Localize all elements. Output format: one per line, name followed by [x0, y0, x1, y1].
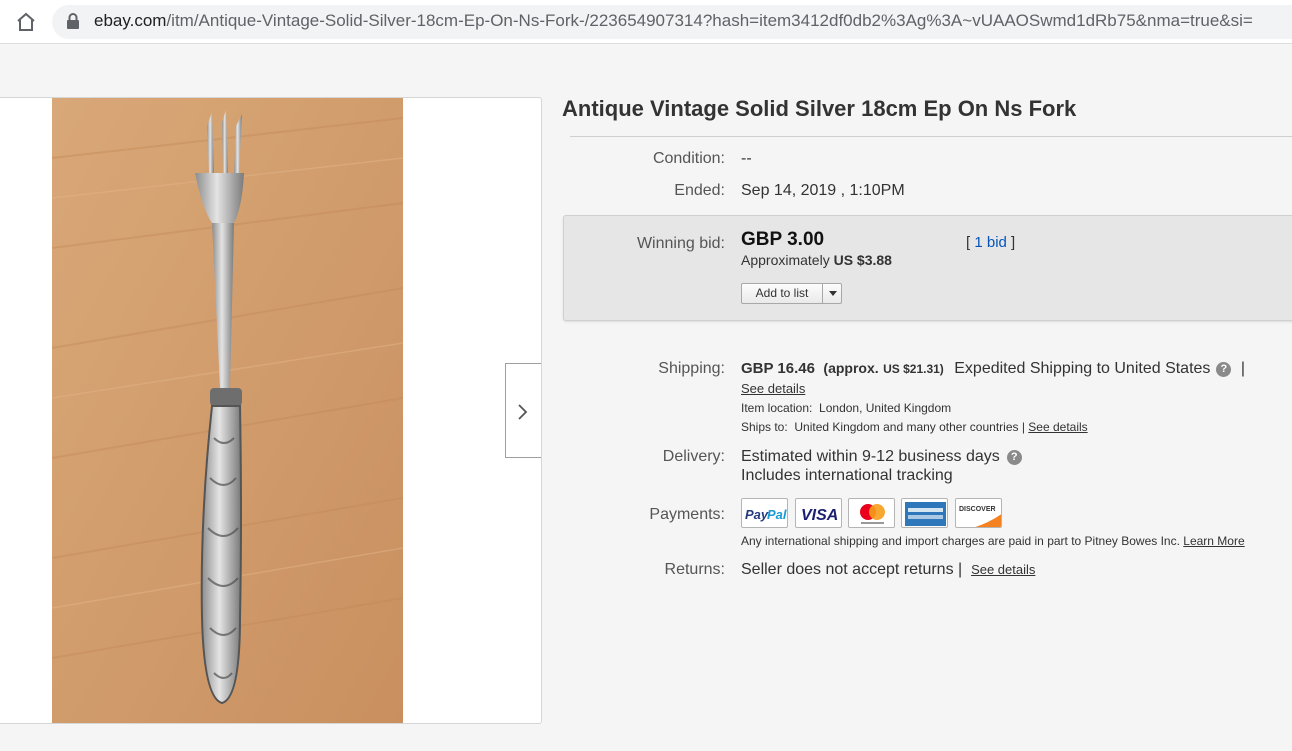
ended-label: Ended:: [674, 182, 725, 199]
ships-to: Ships to: United Kingdom and many other …: [741, 420, 1088, 434]
shipping-see-details[interactable]: See details: [741, 381, 805, 396]
bid-count-link[interactable]: 1 bid: [974, 234, 1007, 251]
item-title: Antique Vintage Solid Silver 18cm Ep On …: [562, 96, 1077, 121]
payments-label: Payments:: [649, 506, 725, 523]
ships-to-see-details[interactable]: See details: [1028, 420, 1087, 434]
item-location-value: London, United Kingdom: [819, 401, 952, 415]
shipping-approx-usd: US $21.31): [883, 362, 944, 376]
browser-toolbar: ebay.com/itm/Antique-Vintage-Solid-Silve…: [0, 0, 1292, 44]
condition-label: Condition:: [652, 150, 725, 167]
svg-text:DISCOVER: DISCOVER: [959, 506, 996, 513]
approx-prefix: Approximately: [741, 252, 830, 268]
mastercard-logo: [848, 498, 895, 528]
ended-value: Sep 14, 2019 , 1:10PM: [741, 182, 905, 199]
approx-usd: US $3.88: [833, 252, 892, 268]
winning-bid-price: GBP 3.00: [741, 229, 825, 250]
bid-bracket-open: [: [966, 234, 971, 251]
returns-see-details[interactable]: See details: [971, 562, 1035, 577]
delivery-estimate-text: Estimated within 9-12 business days: [741, 448, 1000, 465]
shipping-line: GBP 16.46 (approx. US $21.31) Expedited …: [741, 360, 1245, 378]
condition-value: --: [741, 150, 752, 167]
discover-logo: DISCOVER: [955, 498, 1002, 528]
button-separator: [822, 284, 823, 303]
shipping-label: Shipping:: [658, 360, 725, 377]
next-image-button[interactable]: [505, 363, 541, 458]
payments-note-text: Any international shipping and import ch…: [741, 534, 1180, 548]
address-url[interactable]: ebay.com/itm/Antique-Vintage-Solid-Silve…: [94, 11, 1253, 31]
shipping-method: Expedited Shipping to United States: [954, 360, 1211, 377]
svg-text:Pal: Pal: [767, 507, 787, 522]
paypal-logo: Pay Pal: [741, 498, 788, 528]
home-icon[interactable]: [14, 10, 38, 34]
url-path: /itm/Antique-Vintage-Solid-Silver-18cm-E…: [166, 11, 1253, 30]
delivery-tracking: Includes international tracking: [741, 467, 953, 484]
shipping-cost: GBP 16.46: [741, 360, 815, 377]
bid-count: [ 1 bid ]: [966, 234, 1015, 251]
product-photo[interactable]: [52, 98, 403, 723]
help-icon[interactable]: ?: [1006, 450, 1022, 465]
bid-bracket-close: ]: [1011, 234, 1016, 251]
lock-icon: [66, 12, 80, 30]
returns-line: Seller does not accept returns | See det…: [741, 561, 1035, 579]
item-location-label: Item location:: [741, 401, 813, 415]
chevron-down-icon[interactable]: [829, 291, 837, 296]
delivery-estimate: Estimated within 9-12 business days?: [741, 448, 1022, 466]
svg-text:Pay: Pay: [745, 507, 769, 522]
add-to-list-label: Add to list: [755, 286, 809, 300]
ships-to-label: Ships to:: [741, 420, 788, 434]
help-icon[interactable]: ?: [1216, 362, 1232, 377]
learn-more-link[interactable]: Learn More: [1183, 534, 1244, 548]
payments-note: Any international shipping and import ch…: [741, 534, 1245, 548]
shipping-approx: (approx.: [823, 360, 879, 376]
title-divider: [570, 136, 1292, 137]
winning-bid-label: Winning bid:: [636, 235, 725, 252]
approx-price: Approximately US $3.88: [741, 252, 892, 268]
shipping-see-details-link[interactable]: See details: [741, 381, 805, 396]
returns-label: Returns:: [664, 561, 725, 578]
item-location: Item location: London, United Kingdom: [741, 401, 951, 415]
returns-value: Seller does not accept returns |: [741, 561, 963, 578]
delivery-label: Delivery:: [662, 448, 725, 465]
shipping-pipe: |: [1240, 360, 1246, 377]
chevron-right-icon: [518, 404, 528, 420]
add-to-list-button[interactable]: Add to list: [741, 283, 842, 304]
amex-logo: [901, 498, 948, 528]
ships-to-value: United Kingdom and many other countries …: [794, 420, 1025, 434]
visa-logo: VISA: [795, 498, 842, 528]
bid-panel: [563, 215, 1292, 321]
svg-text:VISA: VISA: [801, 507, 838, 524]
url-host: ebay.com: [94, 11, 167, 30]
